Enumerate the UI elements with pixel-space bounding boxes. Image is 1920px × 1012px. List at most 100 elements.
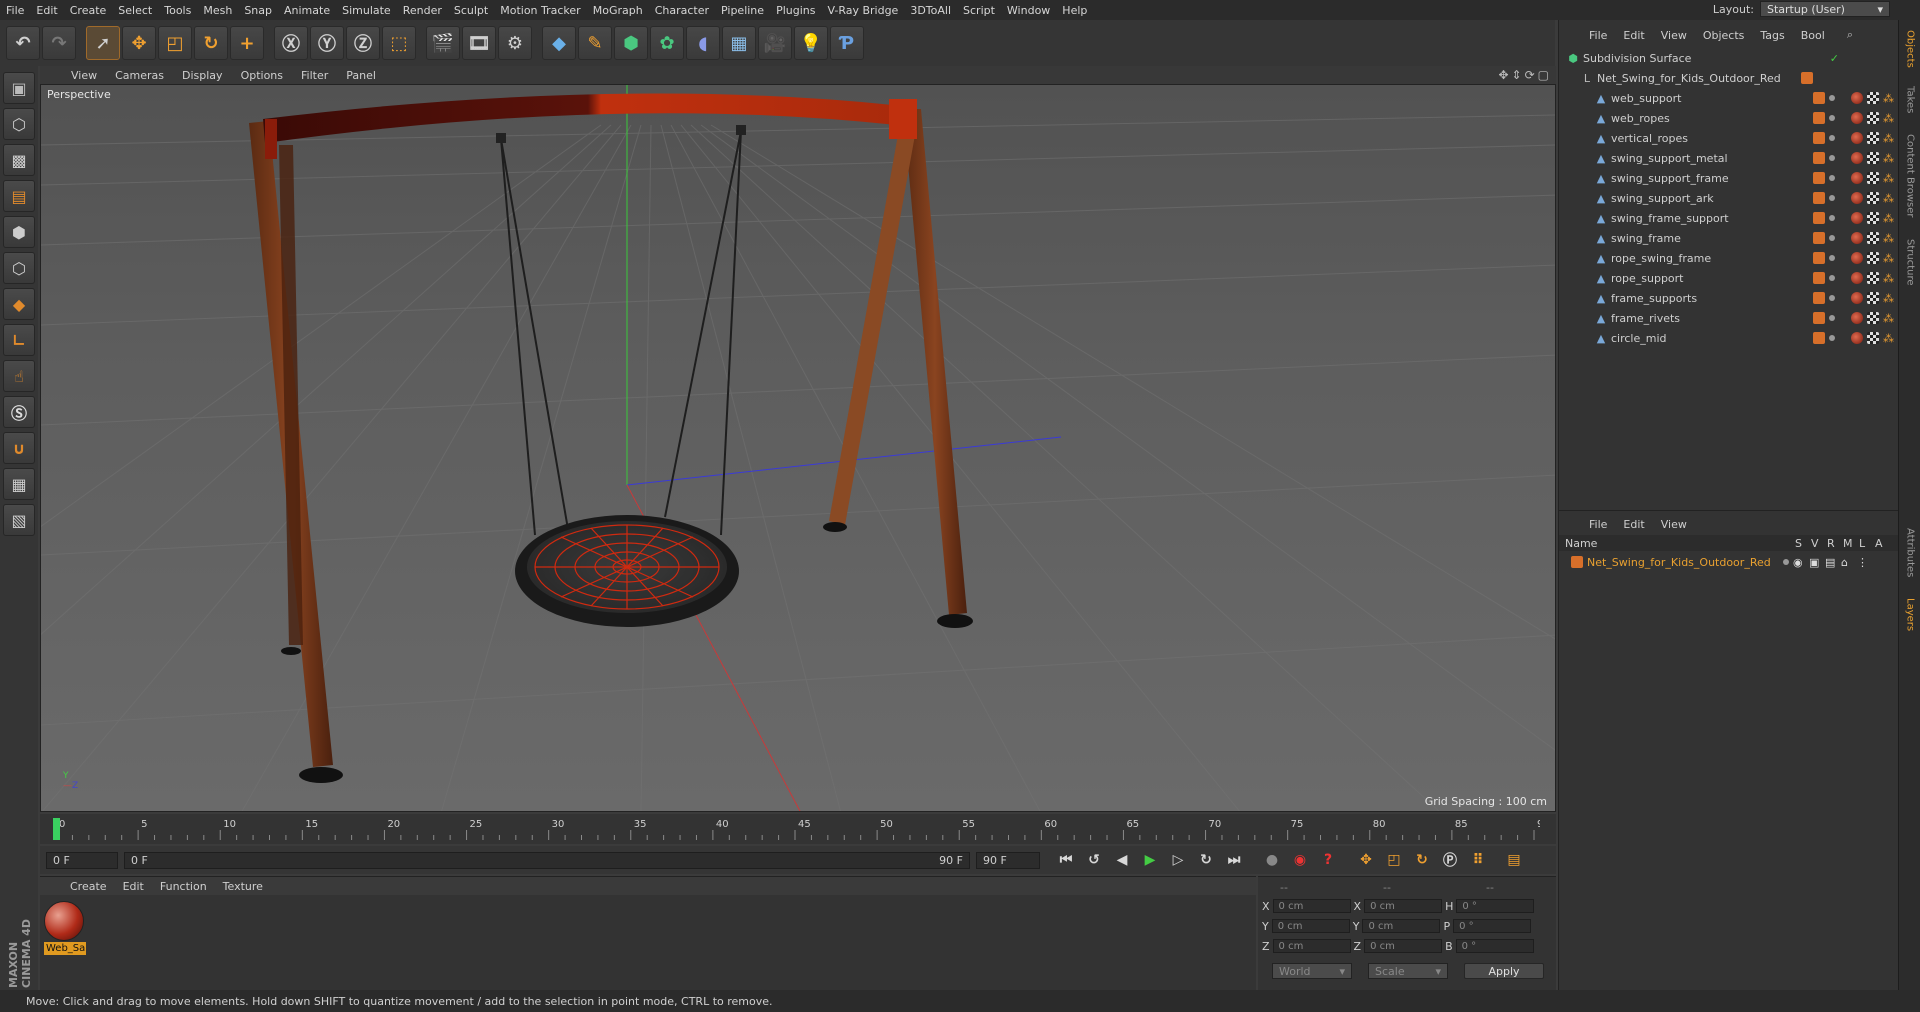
record-keys-icon[interactable]: ● (1260, 849, 1284, 871)
phong-tag-icon[interactable]: ⁂ (1883, 212, 1899, 225)
model-mode-icon[interactable]: ⬡ (3, 108, 35, 140)
material-tag-icon[interactable] (1851, 312, 1863, 324)
visibility-dot[interactable] (1829, 275, 1835, 281)
size-z-field[interactable]: 0 cm (1364, 939, 1443, 953)
object-row[interactable]: ▲ rope_swing_frame ⁂ (1559, 248, 1899, 268)
material-tag-icon[interactable] (1851, 132, 1863, 144)
layers-menu-edit[interactable]: Edit (1615, 518, 1652, 531)
layer-color-tag[interactable] (1813, 132, 1825, 144)
tab-takes[interactable]: Takes (1901, 80, 1919, 120)
viewport-menu-filter[interactable]: Filter (292, 69, 337, 82)
tab-layers[interactable]: Layers (1901, 592, 1919, 638)
make-editable-icon[interactable]: ▣ (3, 72, 35, 104)
menu-tools[interactable]: Tools (158, 4, 197, 17)
live-select-icon[interactable]: ➚ (86, 26, 120, 60)
object-row[interactable]: ▲ frame_rivets ⁂ (1559, 308, 1899, 328)
key-position-icon[interactable]: ✥ (1354, 849, 1378, 871)
texture-tag-icon[interactable] (1867, 252, 1879, 264)
layer-color-tag[interactable] (1813, 332, 1825, 344)
layers-menu-file[interactable]: File (1581, 518, 1615, 531)
menu-sculpt[interactable]: Sculpt (448, 4, 494, 17)
menu-select[interactable]: Select (112, 4, 158, 17)
rot-h-field[interactable]: 0 ° (1456, 899, 1535, 913)
go-to-end-icon[interactable]: ⏭ (1222, 849, 1246, 871)
add-icon[interactable]: + (230, 26, 264, 60)
tab-objects[interactable]: Objects (1901, 24, 1919, 74)
material-tag-icon[interactable] (1851, 192, 1863, 204)
z-axis-icon[interactable]: Ⓩ (346, 26, 380, 60)
phong-tag-icon[interactable]: ⁂ (1883, 292, 1899, 305)
object-row[interactable]: ▲ rope_support ⁂ (1559, 268, 1899, 288)
coord-mode-dropdown[interactable]: Scale ▾ (1368, 963, 1448, 979)
object-row[interactable]: ▲ swing_frame_support ⁂ (1559, 208, 1899, 228)
texture-mode-icon[interactable]: ▩ (3, 144, 35, 176)
object-row[interactable]: ▲ web_support ⁂ (1559, 88, 1899, 108)
layer-row[interactable]: Net_Swing_for_Kids_Outdoor_Red ◉ ▣ ▤ ⌂ ⋮ (1559, 553, 1899, 571)
texture-tag-icon[interactable] (1867, 272, 1879, 284)
menu-vray-bridge[interactable]: V-Ray Bridge (821, 4, 904, 17)
viewport-nav-icons[interactable]: ✥⇕⟳▢ (1498, 68, 1552, 82)
object-row[interactable]: ▲ swing_support_frame ⁂ (1559, 168, 1899, 188)
deformer-icon[interactable]: ◖ (686, 26, 720, 60)
material-tag-icon[interactable] (1851, 252, 1863, 264)
menu-3dtoall[interactable]: 3DToAll (904, 4, 957, 17)
scale-icon[interactable]: ◰ (158, 26, 192, 60)
object-row[interactable]: ▲ web_ropes ⁂ (1559, 108, 1899, 128)
menu-help[interactable]: Help (1056, 4, 1093, 17)
polygons-mode-icon[interactable]: ◆ (3, 288, 35, 320)
keyframe-selection-icon[interactable]: ? (1316, 849, 1340, 871)
texture-tag-icon[interactable] (1867, 332, 1879, 344)
layout-dropdown[interactable]: Startup (User) ▾ (1760, 1, 1890, 17)
material-tag-icon[interactable] (1851, 172, 1863, 184)
edges-mode-icon[interactable]: ⬡ (3, 252, 35, 284)
next-key-icon[interactable]: ↻ (1194, 849, 1218, 871)
phong-tag-icon[interactable]: ⁂ (1883, 172, 1899, 185)
material-menu-edit[interactable]: Edit (115, 880, 152, 893)
checkmark-icon[interactable]: ✓ (1830, 52, 1839, 65)
material-swatch[interactable]: Web_Sa (44, 901, 86, 959)
viewport-menu-view[interactable]: View (62, 69, 106, 82)
material-tag-icon[interactable] (1851, 292, 1863, 304)
tweak-icon[interactable]: ☝ (3, 360, 35, 392)
phong-tag-icon[interactable]: ⁂ (1883, 332, 1899, 345)
apply-button[interactable]: Apply (1464, 963, 1544, 979)
texture-tag-icon[interactable] (1867, 292, 1879, 304)
magnet-icon[interactable]: ∪ (3, 432, 35, 464)
autokey-icon[interactable]: ◉ (1288, 849, 1312, 871)
layer-color-tag[interactable] (1813, 172, 1825, 184)
object-row[interactable]: ▲ vertical_ropes ⁂ (1559, 128, 1899, 148)
phong-tag-icon[interactable]: ⁂ (1883, 192, 1899, 205)
menu-file[interactable]: File (0, 4, 30, 17)
coordinate-system-icon[interactable]: ⬚ (382, 26, 416, 60)
previous-frame-icon[interactable]: ◀ (1110, 849, 1134, 871)
menu-mesh[interactable]: Mesh (197, 4, 238, 17)
redo-icon[interactable]: ↷ (42, 26, 76, 60)
texture-tag-icon[interactable] (1867, 312, 1879, 324)
menu-animate[interactable]: Animate (278, 4, 336, 17)
manager-icon[interactable]: ▤ (1825, 556, 1841, 569)
timeline-ruler[interactable]: 051015202530354045505560657075808590 (50, 816, 1540, 842)
visibility-dot[interactable] (1829, 295, 1835, 301)
layer-color-tag[interactable] (1813, 232, 1825, 244)
object-menu-view[interactable]: View (1653, 29, 1695, 42)
layer-color-tag[interactable] (1813, 212, 1825, 224)
layer-color-tag[interactable] (1813, 192, 1825, 204)
tab-content-browser[interactable]: Content Browser (1901, 126, 1919, 226)
material-tag-icon[interactable] (1851, 332, 1863, 344)
visibility-dot[interactable] (1829, 135, 1835, 141)
object-row[interactable]: ▲ circle_mid ⁂ (1559, 328, 1899, 348)
size-x-field[interactable]: 0 cm (1364, 899, 1443, 913)
menu-render[interactable]: Render (397, 4, 448, 17)
object-menu-tags[interactable]: Tags (1752, 29, 1792, 42)
layer-color-tag[interactable] (1813, 152, 1825, 164)
layer-color-tag[interactable] (1813, 92, 1825, 104)
menu-mograph[interactable]: MoGraph (587, 4, 649, 17)
menu-edit[interactable]: Edit (30, 4, 63, 17)
material-tag-icon[interactable] (1851, 212, 1863, 224)
material-tag-icon[interactable] (1851, 272, 1863, 284)
object-menu-objects[interactable]: Objects (1695, 29, 1753, 42)
visibility-dot[interactable] (1829, 175, 1835, 181)
object-menu-bool[interactable]: Bool (1793, 29, 1833, 42)
layer-solo-toggle[interactable] (1783, 559, 1789, 565)
phong-tag-icon[interactable]: ⁂ (1883, 232, 1899, 245)
